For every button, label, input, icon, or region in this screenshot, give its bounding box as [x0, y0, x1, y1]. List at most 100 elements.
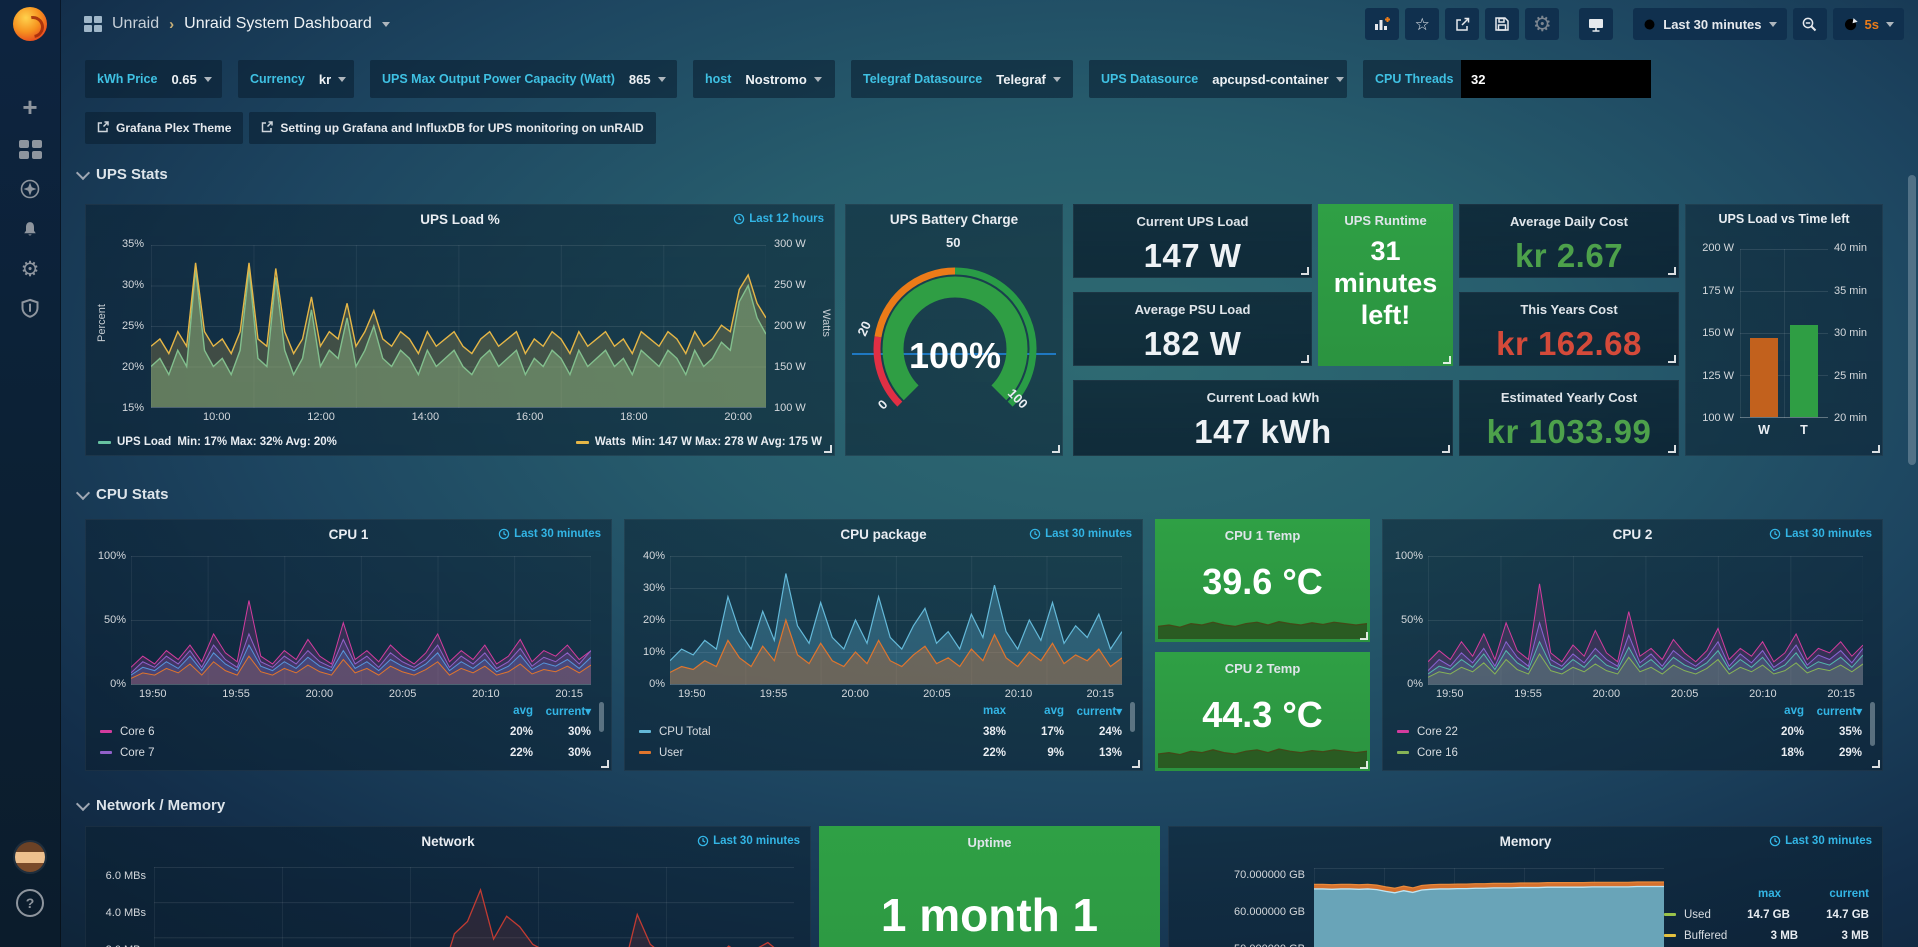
panel-time-range[interactable]: Last 30 minutes — [1769, 835, 1872, 847]
zoom-out-button[interactable] — [1793, 8, 1827, 40]
link-grafana-plex-theme[interactable]: Grafana Plex Theme — [85, 112, 243, 144]
section-ups-stats[interactable]: UPS Stats — [78, 166, 168, 183]
variable-value[interactable]: Nostromo — [745, 72, 821, 87]
panel-resize-handle[interactable] — [1301, 267, 1309, 275]
panel-resize-handle[interactable] — [1442, 445, 1450, 453]
stat-title[interactable]: Current UPS Load — [1074, 214, 1311, 229]
panel-resize-handle[interactable] — [1052, 445, 1060, 453]
create-icon[interactable]: + — [0, 88, 60, 126]
breadcrumb-folder[interactable]: Unraid — [112, 15, 159, 33]
memory-legend[interactable]: maxcurrentUsed14.7 GB14.7 GBBuffered3 MB… — [1664, 883, 1869, 946]
legend-item-ups-load[interactable]: UPS Load Min: 17% Max: 32% Avg: 20% — [98, 436, 337, 448]
stat-title[interactable]: CPU 1 Temp — [1155, 528, 1370, 543]
bar-watts[interactable] — [1750, 338, 1778, 417]
legend-item-watts[interactable]: Watts Min: 147 W Max: 278 W Avg: 175 W — [576, 436, 822, 448]
cpu-threads-input[interactable] — [1461, 60, 1651, 98]
stat-title[interactable]: Average Daily Cost — [1460, 214, 1678, 229]
share-dashboard-button[interactable] — [1445, 8, 1479, 40]
panel-resize-handle[interactable] — [1360, 632, 1368, 640]
panel-resize-handle[interactable] — [1668, 355, 1676, 363]
section-network-memory[interactable]: Network / Memory — [78, 797, 225, 814]
panel-resize-handle[interactable] — [1872, 445, 1880, 453]
cycle-view-mode-button[interactable] — [1579, 8, 1613, 40]
panel-resize-handle[interactable] — [1872, 760, 1880, 768]
bar-time-left[interactable] — [1790, 325, 1818, 417]
variable-value[interactable]: apcupsd-container — [1212, 72, 1343, 87]
panel-resize-handle[interactable] — [1360, 761, 1368, 769]
profile-avatar[interactable] — [0, 838, 60, 876]
variable-ups-datasource[interactable]: UPS Datasource apcupsd-container — [1089, 60, 1347, 98]
cpu-package-legend[interactable]: maxavgcurrent▾CPU Total38%17%24%User22%9… — [639, 700, 1122, 763]
help-icon[interactable]: ? — [0, 884, 60, 922]
panel-title[interactable]: UPS Load % — [86, 212, 834, 227]
cpu2-legend[interactable]: avgcurrent▾Core 2220%35%Core 1618%29% — [1397, 700, 1862, 763]
legend-scrollbar[interactable] — [599, 702, 604, 732]
variable-value[interactable]: Telegraf — [996, 72, 1061, 87]
dashboard-settings-button[interactable]: ⚙ — [1525, 8, 1559, 40]
network-plot[interactable] — [154, 867, 794, 947]
page-scrollbar[interactable] — [1908, 175, 1916, 465]
panel-resize-handle[interactable] — [1301, 355, 1309, 363]
variable-telegraf-datasource[interactable]: Telegraf Datasource Telegraf — [851, 60, 1073, 98]
ups-load-plot[interactable] — [151, 245, 766, 408]
bar-chart-plot[interactable] — [1740, 249, 1828, 418]
panel-time-range[interactable]: Last 30 minutes — [1029, 528, 1132, 540]
legend-scrollbar[interactable] — [1870, 702, 1875, 746]
panel-title[interactable]: UPS Battery Charge — [846, 212, 1062, 227]
cpu2-plot[interactable] — [1428, 556, 1863, 685]
legend-row[interactable]: Core 1618%29% — [1397, 742, 1862, 763]
legend-row[interactable]: Core 2220%35% — [1397, 721, 1862, 742]
cpu-package-plot[interactable] — [670, 556, 1122, 685]
stat-title[interactable]: UPS Runtime — [1318, 213, 1453, 228]
stat-title[interactable]: Uptime — [819, 835, 1160, 850]
panel-resize-handle[interactable] — [824, 445, 832, 453]
variable-host[interactable]: host Nostromo — [693, 60, 835, 98]
variable-currency[interactable]: Currency kr — [238, 60, 354, 98]
legend-row[interactable]: Buffered3 MB3 MB — [1664, 925, 1869, 946]
cpu1-legend[interactable]: avgcurrent▾Core 620%30%Core 722%30% — [100, 700, 591, 763]
cpu1-plot[interactable] — [131, 556, 591, 685]
breadcrumb-dashboard-title[interactable]: Unraid System Dashboard — [184, 15, 372, 33]
refresh-picker[interactable]: 5s — [1833, 8, 1904, 40]
stat-title[interactable]: This Years Cost — [1460, 302, 1678, 317]
legend-row[interactable]: Core 722%30% — [100, 742, 591, 763]
panel-resize-handle[interactable] — [1132, 760, 1140, 768]
legend-row[interactable]: CPU Total38%17%24% — [639, 721, 1122, 742]
legend-scrollbar[interactable] — [1130, 702, 1135, 732]
stat-title[interactable]: Estimated Yearly Cost — [1460, 390, 1678, 405]
dashboards-icon[interactable] — [0, 130, 60, 168]
battery-gauge[interactable]: 0 20 50 100 100% — [855, 239, 1055, 421]
variable-kwh-price[interactable]: kWh Price 0.65 — [85, 60, 222, 98]
variable-ups-max-output[interactable]: UPS Max Output Power Capacity (Watt) 865 — [370, 60, 677, 98]
panel-resize-handle[interactable] — [601, 760, 609, 768]
stat-title[interactable]: Average PSU Load — [1074, 302, 1311, 317]
link-ups-monitoring-guide[interactable]: Setting up Grafana and InfluxDB for UPS … — [249, 112, 655, 144]
dashboard-grid-icon[interactable] — [84, 16, 102, 32]
panel-time-range[interactable]: Last 12 hours — [733, 213, 824, 225]
panel-resize-handle[interactable] — [1668, 445, 1676, 453]
legend-row[interactable]: Used14.7 GB14.7 GB — [1664, 904, 1869, 925]
configuration-icon[interactable]: ⚙ — [0, 250, 60, 288]
legend-row[interactable]: Core 620%30% — [100, 721, 591, 742]
panel-resize-handle[interactable] — [1443, 356, 1451, 364]
panel-time-range[interactable]: Last 30 minutes — [498, 528, 601, 540]
time-picker[interactable]: Last 30 minutes — [1633, 8, 1786, 40]
panel-resize-handle[interactable] — [1668, 267, 1676, 275]
variable-value[interactable]: kr — [319, 72, 346, 87]
variable-value[interactable]: 0.65 — [171, 72, 211, 87]
memory-plot[interactable] — [1314, 868, 1664, 947]
panel-time-range[interactable]: Last 30 minutes — [1769, 528, 1872, 540]
stat-title[interactable]: CPU 2 Temp — [1155, 661, 1370, 676]
save-dashboard-button[interactable] — [1485, 8, 1519, 40]
server-admin-icon[interactable] — [0, 289, 60, 327]
add-panel-button[interactable] — [1365, 8, 1399, 40]
stat-title[interactable]: Current Load kWh — [1074, 390, 1452, 405]
section-cpu-stats[interactable]: CPU Stats — [78, 486, 169, 503]
explore-icon[interactable] — [0, 170, 60, 208]
grafana-logo-icon[interactable] — [13, 7, 47, 41]
panel-time-range[interactable]: Last 30 minutes — [697, 835, 800, 847]
legend-row[interactable]: User22%9%13% — [639, 742, 1122, 763]
panel-title[interactable]: UPS Load vs Time left — [1686, 212, 1882, 226]
variable-value[interactable]: 865 — [629, 72, 666, 87]
alerting-icon[interactable] — [0, 210, 60, 248]
